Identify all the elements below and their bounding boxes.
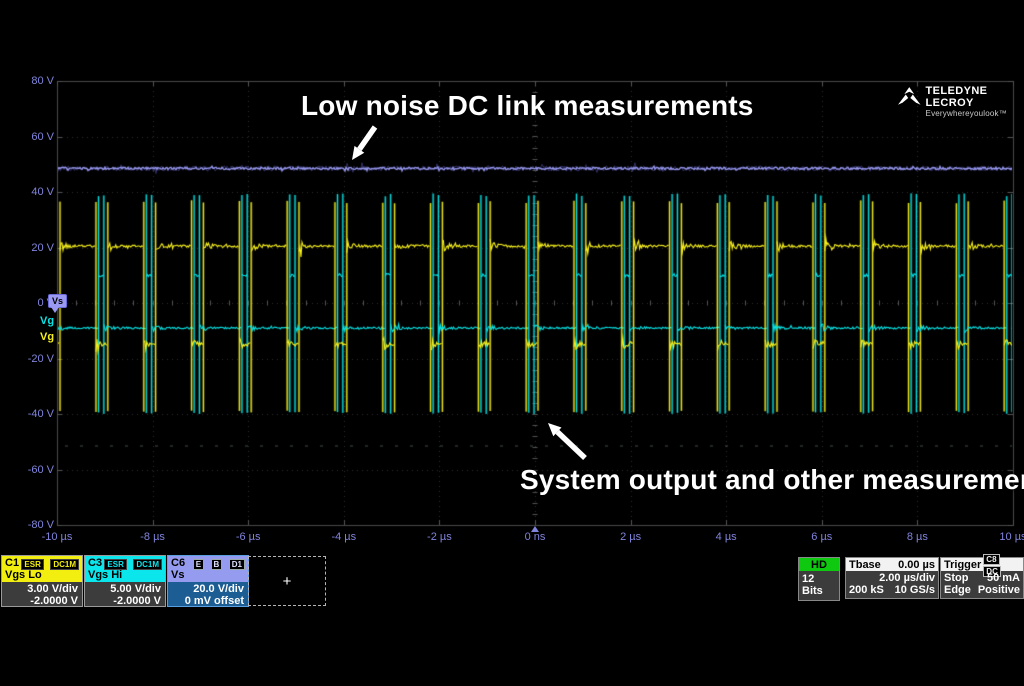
logo-line2: Everywhereyoulook™ [926,109,1024,118]
channel-descriptor-c1[interactable]: C1 ESR DC1M Vgs Lo 3.00 V/div -2.0000 V [1,555,83,607]
hd-title: HD [811,559,827,571]
channel-offset: -2.0000 V [6,595,78,607]
channel-id: C1 [5,557,19,569]
x-axis-label: -10 µs [25,531,89,543]
channel-offset: 0 mV offset [172,595,244,607]
lecroy-star-icon [898,85,921,109]
trace-marker-vgs-lo[interactable]: Vg [40,331,54,343]
x-axis-label: -8 µs [121,531,185,543]
y-axis-label: -40 V [4,408,54,420]
x-axis-label: 2 µs [599,531,663,543]
y-axis-label: -60 V [4,464,54,476]
trigger-title: Trigger [944,559,981,571]
hd-bits: 12 Bits [802,573,836,597]
trigger-level: 50 mA [987,572,1020,584]
trace-marker-vs[interactable]: Vs [48,294,67,308]
logo-line1: TELEDYNE LECROY [926,85,1024,109]
channel-vdiv: 5.00 V/div [89,583,161,595]
tbase-title: Tbase [849,559,881,571]
y-axis-label: 60 V [4,131,54,143]
y-axis-label: 0 V [4,297,54,309]
tbase-rate: 10 GS/s [895,584,935,596]
hd-mode-box[interactable]: HD 12 Bits [798,557,840,601]
annotation-system-output: System output and other measurements [520,464,1024,496]
x-axis-label: 10 µs [981,531,1024,543]
channel-offset: -2.0000 V [89,595,161,607]
channel-id: C3 [88,557,102,569]
channel-badge-coupling: DC1M [133,559,162,570]
trigger-type: Edge [944,584,971,596]
y-axis-label: 20 V [4,242,54,254]
annotation-arrow-up-icon [540,415,590,465]
x-axis-label: 8 µs [885,531,949,543]
x-axis-label: 0 ns [503,531,567,543]
channel-vdiv: 20.0 V/div [172,583,244,595]
y-axis-label: -80 V [4,519,54,531]
x-axis-label: -6 µs [216,531,280,543]
y-axis-label: 80 V [4,75,54,87]
channel-id: C6 [171,557,185,569]
trigger-mode: Stop [944,572,968,584]
trigger-slope: Positive [978,584,1020,596]
timebase-box[interactable]: Tbase 0.00 µs 2.00 µs/div 200 kS 10 GS/s [845,557,939,599]
annotation-dc-link: Low noise DC link measurements [301,90,754,122]
tbase-scale: 2.00 µs/div [879,572,935,584]
trace-marker-vgs-hi[interactable]: Vg [40,315,54,327]
channel-descriptor-c3[interactable]: C3 ESR DC1M Vgs Hi 5.00 V/div -2.0000 V [84,555,166,607]
channel-vdiv: 3.00 V/div [6,583,78,595]
channel-badge-b: B [211,559,223,570]
tbase-samples: 200 kS [849,584,884,596]
tbase-delay: 0.00 µs [898,559,935,571]
x-axis-label: -2 µs [407,531,471,543]
y-axis-label: 40 V [4,186,54,198]
add-channel-button[interactable]: + [248,556,326,606]
teledyne-lecroy-logo: TELEDYNE LECROY Everywhereyoulook™ [898,85,1024,118]
plus-icon: + [283,573,292,590]
trigger-source-badge: C8 [983,554,999,565]
trigger-position-marker[interactable] [531,526,539,532]
channel-descriptor-c6[interactable]: C6 E B D1 Vs 20.0 V/div 0 mV offset [167,555,249,607]
trigger-box[interactable]: Trigger C8 DC Stop 50 mA Edge Positive [940,557,1024,599]
x-axis-label: -4 µs [312,531,376,543]
x-axis-label: 4 µs [694,531,758,543]
channel-badge-e: E [193,559,204,570]
channel-badge-d1: D1 [229,559,245,570]
annotation-arrow-down-icon [345,120,385,170]
y-axis-label: -20 V [4,353,54,365]
x-axis-label: 6 µs [790,531,854,543]
trace-marker-vs-pointer-icon [51,307,59,313]
channel-badge-coupling: DC1M [50,559,79,570]
oscilloscope-screen: 80 V60 V40 V20 V0 V-20 V-40 V-60 V-80 V … [0,0,1024,686]
